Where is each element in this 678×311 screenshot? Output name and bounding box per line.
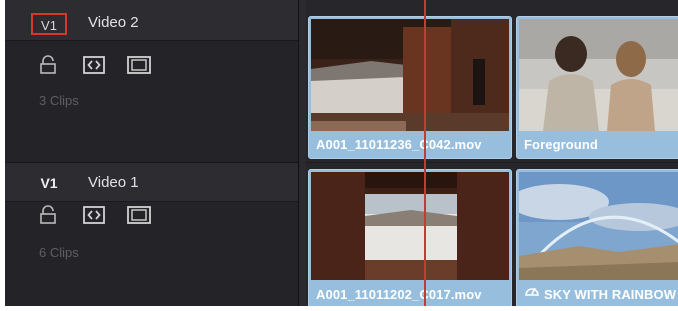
track-header-video-1[interactable]: V1 Video 1 6 Clips xyxy=(5,162,298,306)
timeline-clip[interactable]: A001_11011202_C017.mov xyxy=(308,169,512,306)
clip-thumbnail xyxy=(519,19,678,131)
auto-select-icon[interactable] xyxy=(83,206,105,229)
lock-icon[interactable] xyxy=(39,55,57,80)
clip-count: 6 Clips xyxy=(39,245,79,260)
lock-icon[interactable] xyxy=(39,205,57,230)
track-name[interactable]: Video 2 xyxy=(88,14,139,31)
track-header-divider[interactable] xyxy=(298,0,306,306)
film-strip-icon[interactable] xyxy=(127,206,151,229)
track-header-video-2[interactable]: V1 Video 2 3 Clips xyxy=(5,0,298,161)
clip-count: 3 Clips xyxy=(39,93,79,108)
track-lane-video-1[interactable]: A001_11011202_C017.mov SKY WITH RAINBOW xyxy=(306,163,678,306)
clip-thumbnail xyxy=(311,172,509,280)
track-destination-button[interactable]: V1 xyxy=(31,13,67,35)
clip-name: A001_11011236_C042.mov xyxy=(316,137,482,152)
timeline-clip[interactable]: Foreground xyxy=(516,16,678,159)
timeline-clip[interactable]: A001_11011236_C042.mov xyxy=(308,16,512,159)
clip-name: A001_11011202_C017.mov xyxy=(316,287,482,302)
track-lane-video-2[interactable]: A001_11011236_C042.mov Foreground xyxy=(306,0,678,162)
clip-thumbnail xyxy=(311,19,509,131)
playhead[interactable] xyxy=(424,0,426,306)
film-strip-icon[interactable] xyxy=(127,56,151,79)
track-name[interactable]: Video 1 xyxy=(88,174,139,191)
clip-thumbnail xyxy=(519,172,678,280)
timeline-window: V1 Video 2 3 Clips V1 Video 1 6 Clips A0… xyxy=(5,0,678,306)
auto-select-icon[interactable] xyxy=(83,56,105,79)
clip-name: Foreground xyxy=(524,137,598,152)
track-headers: V1 Video 2 3 Clips V1 Video 1 6 Clips xyxy=(5,0,298,306)
track-destination-button[interactable]: V1 xyxy=(31,172,67,194)
timeline-clip[interactable]: SKY WITH RAINBOW xyxy=(516,169,678,306)
speed-gauge-icon xyxy=(524,283,540,302)
clip-name: SKY WITH RAINBOW xyxy=(544,287,677,302)
